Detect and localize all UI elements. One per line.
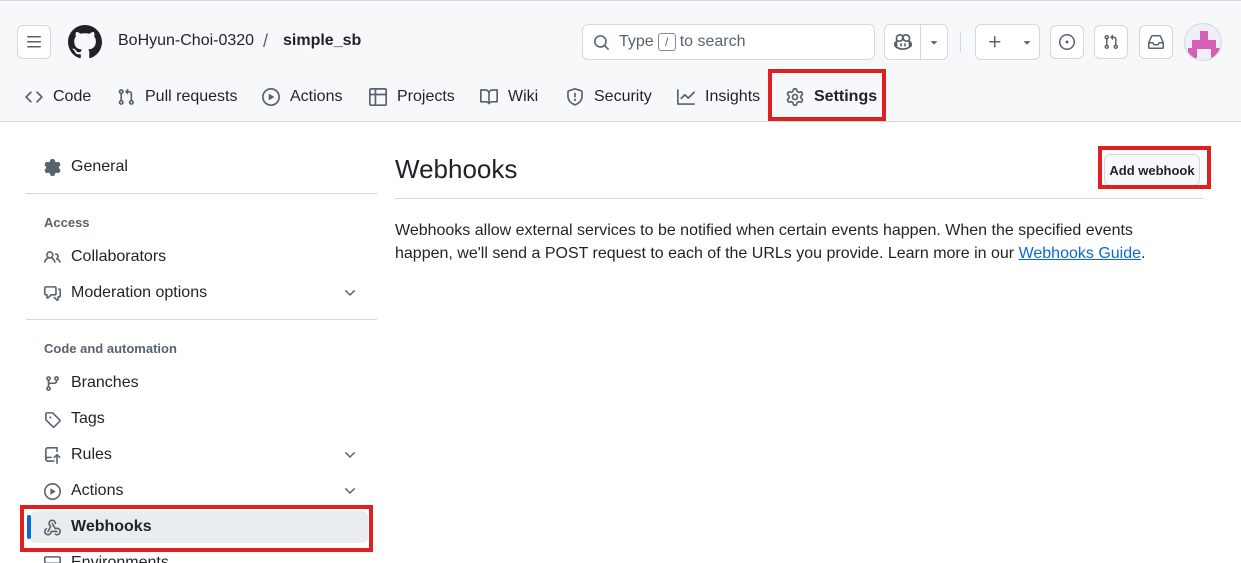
sidebar-item-environments[interactable]: Environments <box>36 547 372 563</box>
tab-wiki[interactable]: Wiki <box>480 85 538 109</box>
server-icon <box>44 555 61 563</box>
play-icon <box>262 88 280 106</box>
tab-label: Wiki <box>508 88 539 105</box>
header-divider <box>960 32 961 52</box>
comment-discussion-icon <box>44 285 61 301</box>
sidebar-item-label: Actions <box>71 482 124 499</box>
github-logo-icon[interactable] <box>68 25 102 59</box>
issues-button[interactable] <box>1050 25 1084 59</box>
git-branch-icon <box>46 375 59 391</box>
table-icon <box>369 88 387 106</box>
sidebar-divider <box>26 319 377 320</box>
triangle-down-icon <box>1023 41 1030 45</box>
repo-push-icon <box>45 446 61 464</box>
tab-label: Security <box>594 88 652 105</box>
description-end: . <box>1141 245 1146 262</box>
tab-label: Code <box>53 88 92 105</box>
sidebar-item-webhooks[interactable]: Webhooks <box>30 511 368 543</box>
tab-pull-requests[interactable]: Pull requests <box>117 85 238 109</box>
sidebar-item-label: General <box>71 158 128 175</box>
gear-icon <box>44 158 61 176</box>
tab-actions[interactable]: Actions <box>262 85 342 109</box>
title-divider <box>395 198 1203 199</box>
copilot-icon <box>893 34 912 50</box>
selected-tab-underline <box>780 118 878 121</box>
graph-icon <box>677 89 695 105</box>
copilot-button[interactable] <box>884 24 948 60</box>
webhooks-description: Webhooks allow external services to be n… <box>395 219 1195 265</box>
webhook-icon <box>44 519 61 535</box>
create-dropdown[interactable] <box>1014 25 1039 59</box>
sidebar-item-collaborators[interactable]: Collaborators <box>36 241 372 273</box>
pull-requests-button[interactable] <box>1094 25 1128 59</box>
sidebar-item-label: Tags <box>71 410 105 427</box>
sidebar-item-label: Rules <box>71 446 112 463</box>
inbox-icon <box>1148 35 1164 49</box>
sidebar-item-label: Environments <box>71 554 169 563</box>
sidebar-item-actions[interactable]: Actions <box>36 475 372 507</box>
chevron-down-icon[interactable] <box>342 447 358 463</box>
active-item-indicator <box>27 515 31 539</box>
tab-label: Pull requests <box>145 88 238 105</box>
avatar-identicon <box>1188 31 1220 58</box>
issue-opened-icon <box>1059 34 1075 50</box>
people-icon <box>44 250 61 263</box>
breadcrumb-repo[interactable]: simple_sb <box>283 32 361 50</box>
webhooks-guide-link[interactable]: Webhooks Guide <box>1019 245 1141 262</box>
tab-settings[interactable]: Settings <box>786 85 877 109</box>
search-placeholder-prefix: Type <box>619 33 654 50</box>
top-header: BoHyun-Choi-0320 / simple_sb Type / to s… <box>0 0 1241 122</box>
sidebar-item-label: Webhooks <box>71 518 152 535</box>
inbox-button[interactable] <box>1139 25 1173 59</box>
tab-label: Projects <box>397 88 455 105</box>
tab-label: Settings <box>814 88 878 105</box>
chevron-down-icon[interactable] <box>342 483 358 499</box>
shield-icon <box>567 88 583 106</box>
search-shortcut-key: / <box>657 33 676 51</box>
sidebar-item-moderation-options[interactable]: Moderation options <box>36 277 372 309</box>
sidebar-item-label: Moderation options <box>71 284 208 301</box>
tab-label: Actions <box>290 88 343 105</box>
play-icon <box>44 482 61 500</box>
chevron-down-icon[interactable] <box>342 285 358 301</box>
breadcrumb-owner[interactable]: BoHyun-Choi-0320 <box>118 32 254 50</box>
menu-button[interactable] <box>17 25 51 59</box>
sidebar-item-rules[interactable]: Rules <box>36 439 372 471</box>
search-placeholder-suffix: to search <box>679 33 746 50</box>
gear-icon <box>786 88 804 106</box>
tab-projects[interactable]: Projects <box>369 85 455 109</box>
code-icon <box>25 91 43 103</box>
avatar[interactable] <box>1184 23 1222 61</box>
git-pull-request-icon <box>1104 34 1119 50</box>
sidebar-item-tags[interactable]: Tags <box>36 403 372 435</box>
tab-insights[interactable]: Insights <box>677 85 760 109</box>
create-new-button[interactable] <box>975 24 1040 60</box>
search-input[interactable]: Type / to search <box>582 24 875 60</box>
add-webhook-button[interactable]: Add webhook <box>1104 154 1200 186</box>
book-icon <box>480 89 498 105</box>
git-pull-request-icon <box>118 88 134 105</box>
repo-nav: Code Pull requests Actions Projects Wiki… <box>0 73 1241 123</box>
sidebar-item-general[interactable]: General <box>36 151 372 183</box>
hamburger-icon <box>27 36 41 48</box>
breadcrumb-separator: / <box>263 31 269 51</box>
copilot-main[interactable] <box>885 25 920 59</box>
sidebar-heading-code-automation: Code and automation <box>44 341 177 356</box>
tab-code[interactable]: Code <box>25 85 91 109</box>
sidebar-item-label: Branches <box>71 374 139 391</box>
sidebar-item-branches[interactable]: Branches <box>36 367 372 399</box>
tab-label: Insights <box>705 88 761 105</box>
search-icon <box>594 34 609 50</box>
plus-icon <box>989 36 1001 48</box>
create-main[interactable] <box>976 25 1014 59</box>
tab-security[interactable]: Security <box>566 85 652 109</box>
sidebar-divider <box>26 193 377 194</box>
sidebar-heading-access: Access <box>44 215 90 230</box>
triangle-down-icon <box>931 41 938 45</box>
page-title: Webhooks <box>395 154 518 184</box>
copilot-dropdown[interactable] <box>920 25 947 59</box>
sidebar-item-label: Collaborators <box>71 248 167 265</box>
tag-icon <box>45 411 61 428</box>
